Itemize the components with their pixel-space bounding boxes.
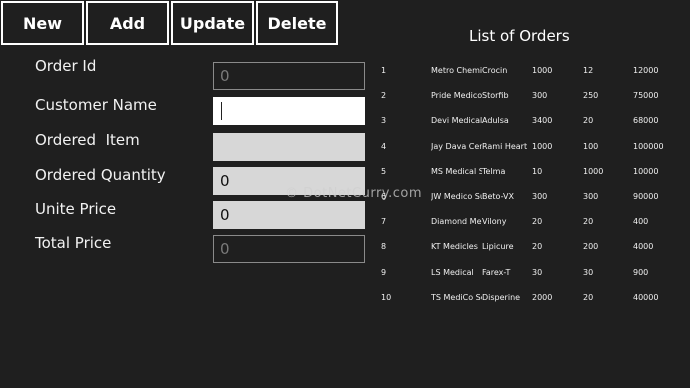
item-cell: Vilony [482,217,507,226]
quantity-cell: 300 [532,91,548,100]
customer-name-label: Customer Name [35,96,157,114]
customer-cell: TS MediCo Serv [431,293,482,302]
order-id-cell: 2 [381,91,387,100]
price-cell: 12 [583,66,594,75]
ordered-quantity-value: 0 [220,172,230,190]
order-id-cell: 1 [381,66,387,75]
order-id-cell: 5 [381,167,387,176]
customer-cell: Diamond Medi [431,217,482,226]
quantity-cell: 300 [532,192,548,201]
customer-cell: MS Medical Sto [431,167,482,176]
customer-cell: Metro Chemist [431,66,482,75]
total-price-field[interactable]: 0 [213,235,365,263]
quantity-cell: 10 [532,167,543,176]
customer-cell: Jay Dava Center [431,142,482,151]
delete-button[interactable]: Delete [256,1,338,45]
quantity-cell: 3400 [532,116,553,125]
quantity-cell: 20 [532,217,543,226]
order-id-cell: 6 [381,192,387,201]
total-price-value: 0 [220,240,230,258]
order-id-label: Order Id [35,57,97,75]
update-button[interactable]: Update [171,1,254,45]
item-cell: Disperine [482,293,521,302]
order-id-field[interactable]: 0 [213,62,365,90]
unite-price-field[interactable]: 0 [213,201,365,229]
quantity-cell: 2000 [532,293,553,302]
total-cell: 68000 [633,116,659,125]
ordered-item-label: Ordered Item [35,131,140,149]
total-cell: 40000 [633,293,659,302]
item-cell: Rami Heart [482,142,528,151]
item-cell: Beto-VX [482,192,514,201]
price-cell: 250 [583,91,599,100]
text-caret [221,102,222,120]
unite-price-value: 0 [220,206,230,224]
order-id-cell: 3 [381,116,387,125]
total-cell: 12000 [633,66,659,75]
ordered-quantity-label: Ordered Quantity [35,166,166,184]
total-cell: 4000 [633,242,654,251]
price-cell: 200 [583,242,599,251]
customer-name-field[interactable] [213,97,365,125]
total-price-label: Total Price [35,234,112,252]
quantity-cell: 1000 [532,66,553,75]
list-title: List of Orders [469,27,570,45]
customer-cell: JW Medico Sup [431,192,482,201]
order-id-cell: 4 [381,142,387,151]
price-cell: 100 [583,142,599,151]
total-cell: 400 [633,217,649,226]
order-id-cell: 9 [381,268,387,277]
unite-price-label: Unite Price [35,200,117,218]
price-cell: 300 [583,192,599,201]
price-cell: 1000 [583,167,604,176]
price-cell: 20 [583,293,594,302]
item-cell: Lipicure [482,242,514,251]
quantity-cell: 30 [532,268,543,277]
customer-cell: LS Medical [431,268,474,277]
customer-cell: Pride Medico [431,91,482,100]
item-cell: Farex-T [482,268,511,277]
order-id-cell: 8 [381,242,387,251]
quantity-cell: 1000 [532,142,553,151]
total-cell: 10000 [633,167,659,176]
price-cell: 30 [583,268,594,277]
add-button[interactable]: Add [86,1,169,45]
price-cell: 20 [583,116,594,125]
new-button[interactable]: New [1,1,84,45]
item-cell: Storfib [482,91,509,100]
order-id-value: 0 [220,67,230,85]
order-id-cell: 10 [381,293,392,302]
total-cell: 75000 [633,91,659,100]
item-cell: Crocin [482,66,508,75]
quantity-cell: 20 [532,242,543,251]
ordered-item-field[interactable] [213,133,365,161]
customer-cell: KT Medicles [431,242,478,251]
price-cell: 20 [583,217,594,226]
item-cell: Adulsa [482,116,509,125]
total-cell: 900 [633,268,649,277]
customer-cell: Devi Medical [431,116,482,125]
order-id-cell: 7 [381,217,387,226]
total-cell: 90000 [633,192,659,201]
total-cell: 100000 [633,142,664,151]
item-cell: Telma [482,167,506,176]
